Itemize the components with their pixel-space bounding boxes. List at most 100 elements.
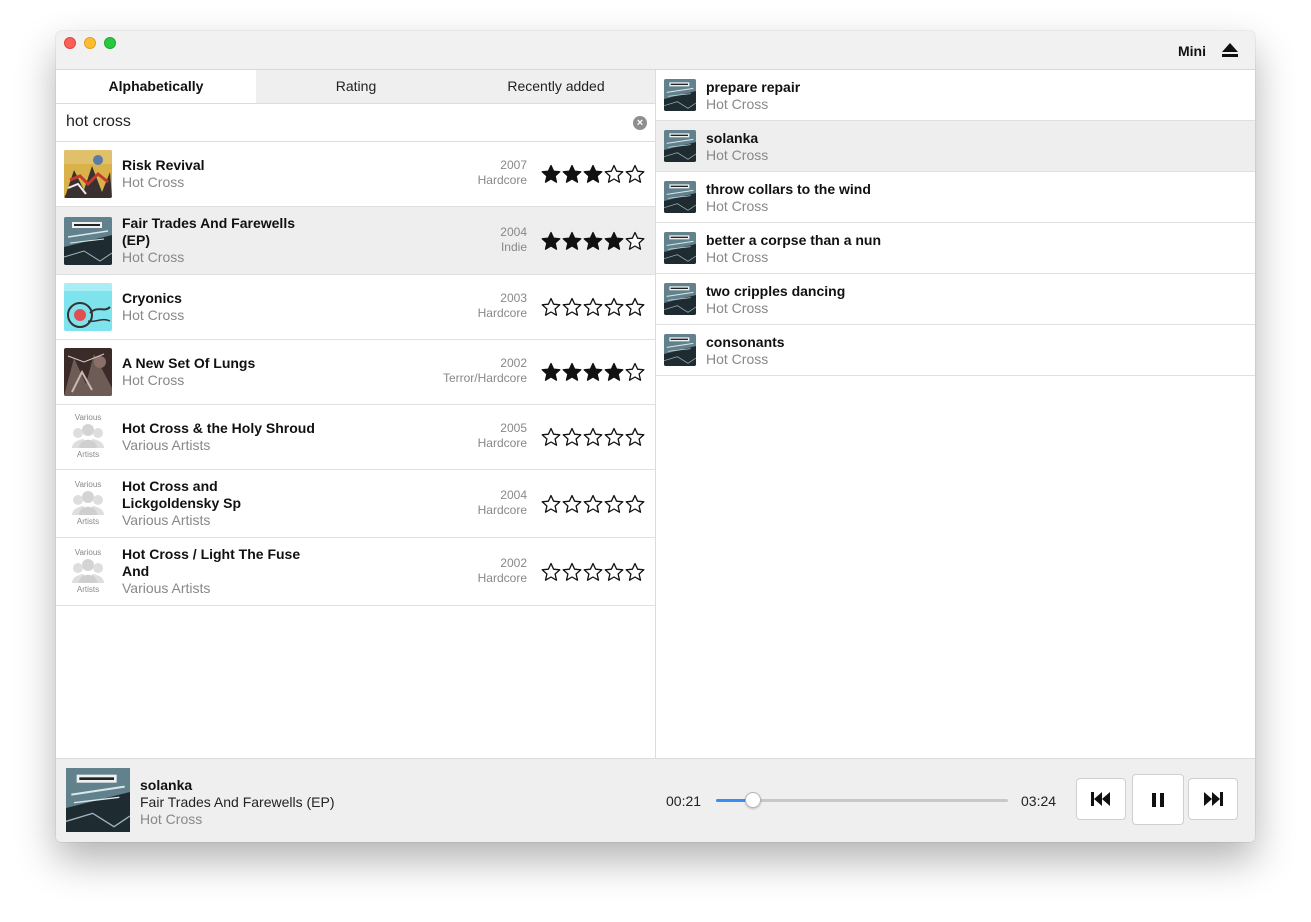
rating-stars[interactable]	[541, 297, 645, 317]
star-empty-icon[interactable]	[562, 427, 582, 447]
mini-player-button[interactable]: Mini	[1178, 43, 1206, 59]
star-empty-icon[interactable]	[604, 494, 624, 514]
track-row[interactable]: better a corpse than a nun Hot Cross	[656, 223, 1255, 274]
search-input[interactable]	[66, 110, 626, 134]
star-filled-icon[interactable]	[541, 164, 561, 184]
star-empty-icon[interactable]	[625, 164, 645, 184]
star-filled-icon[interactable]	[562, 231, 582, 251]
star-empty-icon[interactable]	[604, 164, 624, 184]
star-empty-icon[interactable]	[583, 297, 603, 317]
tab-recently-added[interactable]: Recently added	[456, 70, 656, 103]
previous-track-button[interactable]	[1076, 778, 1126, 820]
star-filled-icon[interactable]	[541, 231, 561, 251]
album-row[interactable]: A New Set Of Lungs Hot Cross 2002 Terror/Ha…	[56, 340, 655, 405]
rating-stars[interactable]	[541, 231, 645, 251]
track-title: prepare repair	[706, 79, 801, 95]
minimize-window-button[interactable]	[84, 37, 96, 49]
star-empty-icon[interactable]	[562, 297, 582, 317]
star-empty-icon[interactable]	[562, 494, 582, 514]
star-filled-icon[interactable]	[604, 231, 624, 251]
seek-knob[interactable]	[745, 792, 762, 808]
star-filled-icon[interactable]	[562, 164, 582, 184]
risk-revival-cover	[64, 150, 112, 198]
album-row[interactable]: Cryonics Hot Cross 2003 Hardcore	[56, 275, 655, 340]
track-row[interactable]: throw collars to the wind Hot Cross	[656, 172, 1255, 223]
album-genre: Hardcore	[477, 173, 527, 187]
various-cover-top-label: Various	[74, 480, 102, 489]
star-empty-icon[interactable]	[541, 427, 561, 447]
track-row[interactable]: solanka Hot Cross	[656, 121, 1255, 172]
star-filled-icon[interactable]	[541, 362, 561, 382]
star-empty-icon[interactable]	[583, 494, 603, 514]
pause-button[interactable]	[1132, 774, 1184, 825]
album-row[interactable]: Risk Revival Hot Cross 2007 Hardcore	[56, 142, 655, 207]
now-playing-cover[interactable]	[66, 768, 130, 832]
star-filled-icon[interactable]	[583, 164, 603, 184]
eject-icon[interactable]	[1222, 43, 1238, 57]
track-row[interactable]: consonants Hot Cross	[656, 325, 1255, 376]
star-empty-icon[interactable]	[625, 362, 645, 382]
next-track-button[interactable]	[1188, 778, 1238, 820]
star-empty-icon[interactable]	[604, 297, 624, 317]
rating-stars[interactable]	[541, 562, 645, 582]
track-artist: Hot Cross	[706, 198, 769, 214]
close-window-button[interactable]	[64, 37, 76, 49]
track-cover	[664, 181, 696, 213]
star-filled-icon[interactable]	[583, 231, 603, 251]
album-row[interactable]: Fair Trades And Farewells (EP) Hot Cross 20…	[56, 207, 655, 275]
clear-search-icon[interactable]: ×	[633, 116, 647, 130]
star-empty-icon[interactable]	[625, 562, 645, 582]
track-row[interactable]: prepare repair Hot Cross	[656, 70, 1255, 121]
star-empty-icon[interactable]	[625, 231, 645, 251]
star-empty-icon[interactable]	[625, 297, 645, 317]
album-artist: Hot Cross	[122, 307, 185, 323]
music-player-window: Mini Alphabetically Rating Recently added …	[56, 31, 1255, 842]
track-artist: Hot Cross	[706, 96, 769, 112]
rating-stars[interactable]	[541, 164, 645, 184]
album-year: 2004	[500, 225, 527, 239]
seek-slider[interactable]	[716, 792, 1008, 808]
album-title: Cryonics	[122, 290, 182, 306]
various-cover-bottom-label: Artists	[76, 450, 100, 459]
tab-rating[interactable]: Rating	[256, 70, 456, 103]
star-empty-icon[interactable]	[541, 297, 561, 317]
album-row[interactable]: Various Artists Hot Cross & the Holy Shro…	[56, 405, 655, 470]
album-genre: Hardcore	[477, 571, 527, 585]
zoom-window-button[interactable]	[104, 37, 116, 49]
star-empty-icon[interactable]	[541, 494, 561, 514]
elapsed-time: 00:21	[666, 793, 702, 809]
various-cover-top-label: Various	[74, 413, 102, 422]
star-filled-icon[interactable]	[562, 362, 582, 382]
rating-stars[interactable]	[541, 427, 645, 447]
tab-alphabetically[interactable]: Alphabetically	[56, 70, 256, 103]
star-filled-icon[interactable]	[604, 362, 624, 382]
rating-stars[interactable]	[541, 362, 645, 382]
star-empty-icon[interactable]	[604, 562, 624, 582]
album-title: (EP)	[122, 232, 150, 248]
various-cover-top-label: Various	[74, 548, 102, 557]
people-icon	[72, 424, 104, 448]
star-empty-icon[interactable]	[604, 427, 624, 447]
album-title: Hot Cross / Light The Fuse	[122, 546, 301, 562]
track-row[interactable]: two cripples dancing Hot Cross	[656, 274, 1255, 325]
rating-stars[interactable]	[541, 494, 645, 514]
album-genre: Terror/Hardcore	[442, 371, 527, 385]
star-filled-icon[interactable]	[583, 362, 603, 382]
track-artist: Hot Cross	[706, 147, 769, 163]
star-empty-icon[interactable]	[541, 562, 561, 582]
album-row[interactable]: Various Artists Hot Cross / Light The Fus…	[56, 538, 655, 606]
star-empty-icon[interactable]	[625, 494, 645, 514]
track-title: better a corpse than a nun	[706, 232, 882, 248]
album-title: Risk Revival	[122, 157, 205, 173]
star-empty-icon[interactable]	[625, 427, 645, 447]
album-title: Lickgoldensky Sp	[122, 495, 242, 511]
now-playing-title: solanka	[140, 777, 193, 793]
album-genre: Indie	[500, 240, 527, 254]
track-cover	[664, 283, 696, 315]
star-empty-icon[interactable]	[583, 427, 603, 447]
star-empty-icon[interactable]	[583, 562, 603, 582]
album-year: 2007	[500, 158, 527, 172]
album-row[interactable]: Various Artists Hot Cross and Lickgoldensk…	[56, 470, 655, 538]
star-empty-icon[interactable]	[562, 562, 582, 582]
albums-pane: AlphabeticallyRatingRecently added × Ris…	[56, 70, 656, 758]
